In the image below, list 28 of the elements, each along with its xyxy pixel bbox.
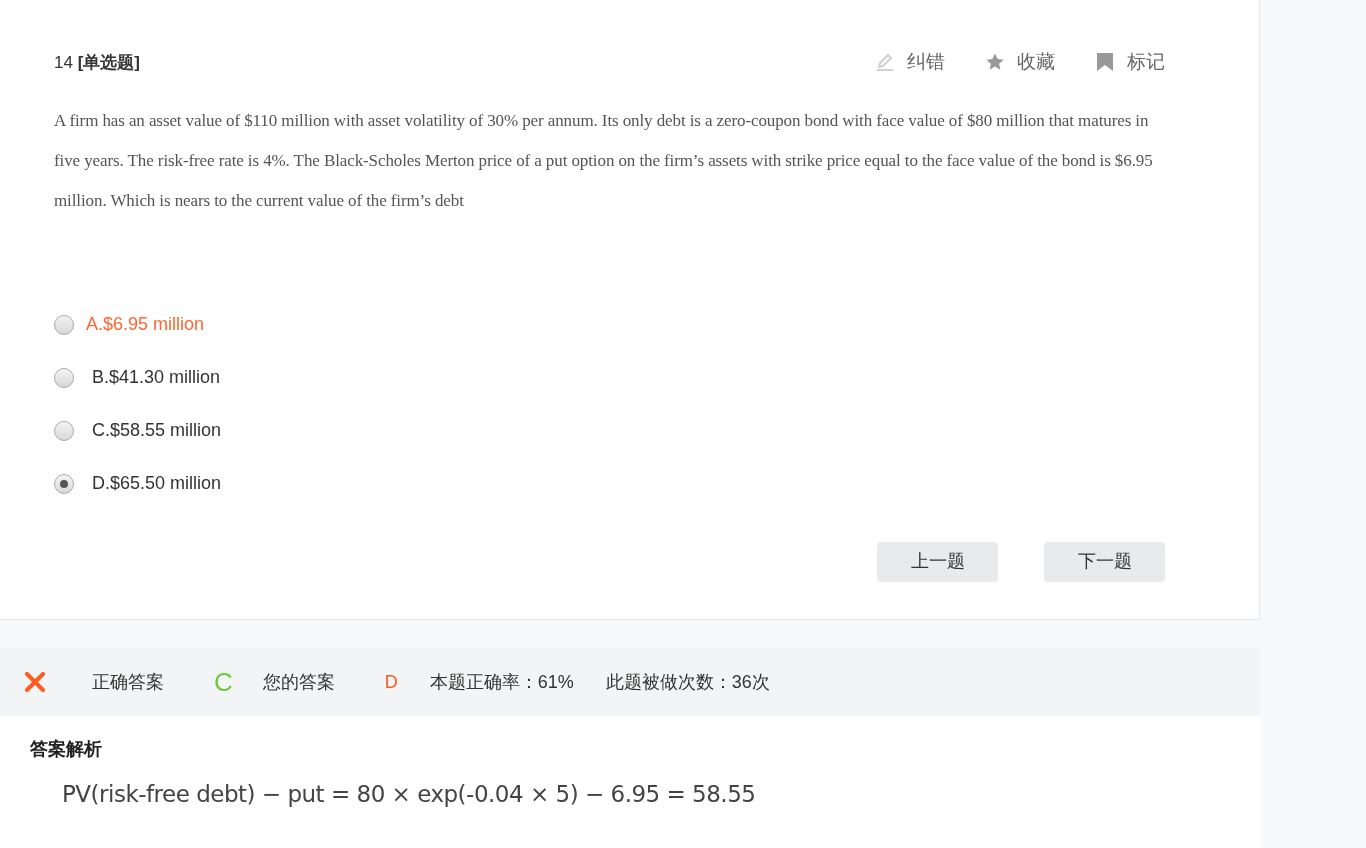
nav-button[interactable]: 上一题 (877, 541, 998, 582)
your-answer: D (384, 670, 398, 694)
question-text: A firm has an asset value of $110 million with asset volatility of 30% per annum. Its only debt is a zero-coupon bond with face value of $80 million that matures in five years. The risk-free rate is 4%. The Black-Scholes Merton price of a put option on the firm’s assets with strike price equal to the face value of the bond is $6.95 million. Which is nears to the current value of the firm’s debt (54, 109, 1154, 212)
radio-button[interactable] (54, 473, 74, 494)
formula-text: PV(risk-free debt) − put = 80 × exp(-0.04 × 5) − 6.95 = 58.55 (62, 780, 757, 809)
correct-answer: C (214, 665, 233, 699)
answer-option[interactable]: D.$65.50 million (54, 471, 1165, 496)
accuracy-text: 本题正确率：61% (429, 670, 574, 694)
radio-button[interactable] (54, 420, 74, 441)
option-label: D.$65.50 million (91, 472, 222, 495)
nav-button[interactable]: 下一题 (1044, 541, 1165, 582)
radio-button[interactable] (54, 367, 74, 388)
answer-option[interactable]: C.$58.55 million (54, 418, 1165, 443)
pencil-icon (875, 52, 895, 73)
action-button[interactable]: 纠错 (875, 48, 945, 77)
question-number: 14 [单选题] (54, 51, 140, 74)
option-label: C.$58.55 million (91, 419, 222, 442)
correct-answer-label: 正确答案 (92, 670, 164, 694)
action-button[interactable]: 标记 (1095, 48, 1165, 77)
your-answer-label: 您的答案 (262, 670, 335, 694)
bookmark-icon (1095, 52, 1115, 73)
option-label: B.$41.30 million (91, 366, 221, 389)
option-label: A.$6.95 million (86, 313, 205, 336)
analysis-title: 答案解析 (30, 738, 103, 761)
action-button[interactable]: 收藏 (985, 48, 1055, 77)
attempts-text: 此题被做次数：36次 (605, 670, 770, 694)
answer-option[interactable]: B.$41.30 million (54, 365, 1165, 390)
radio-button[interactable] (54, 314, 74, 335)
